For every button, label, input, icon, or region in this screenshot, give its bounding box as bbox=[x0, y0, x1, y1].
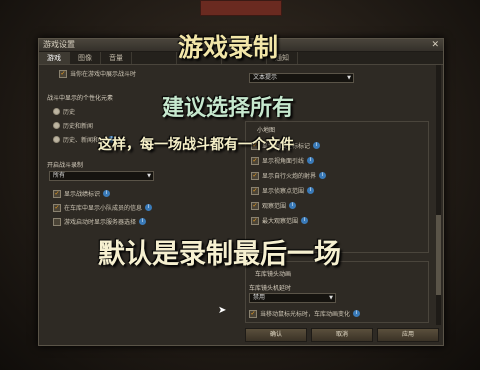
check-artillery-range[interactable]: ✓ 显示自行火炮的射界 i bbox=[251, 171, 327, 180]
info-icon[interactable]: i bbox=[319, 172, 327, 179]
check-server-select[interactable]: 游戏启动时显示服务器选择 i bbox=[53, 217, 147, 226]
checkbox[interactable] bbox=[53, 217, 61, 226]
check-label: 显示战绩标识 bbox=[64, 191, 101, 198]
overlay-subtitle: 这样，每一场战斗都有一个文件 bbox=[98, 137, 294, 153]
check-label: 游戏启动时显示服务器选择 bbox=[64, 219, 137, 226]
garage-select-value: 禁用 bbox=[253, 294, 266, 301]
minimap-header: 小地图 bbox=[257, 127, 276, 134]
check-label: 观察范围 bbox=[262, 203, 287, 210]
garage-delay-select[interactable]: 禁用 ▼ bbox=[249, 293, 336, 303]
garage-delay-label: 车库镜头机延时 bbox=[249, 285, 292, 292]
info-icon[interactable]: i bbox=[353, 310, 361, 317]
check-scout-range[interactable]: ✓ 显示侦察点范围 i bbox=[251, 186, 315, 195]
check-label: 在车库中显示小队成员的信息 bbox=[64, 205, 143, 212]
radio-history-news[interactable]: 历史和新闻 bbox=[53, 121, 93, 130]
checkbox[interactable]: ✓ bbox=[251, 201, 259, 210]
check-label: 当移动鼠标光标时，车库动画变化 bbox=[260, 311, 351, 318]
chevron-down-icon: ▼ bbox=[147, 173, 151, 179]
mouse-cursor-icon: ➤ bbox=[218, 305, 227, 316]
dialog-title: 游戏设置 bbox=[43, 40, 75, 49]
overlay-default: 默认是录制最后一场 bbox=[98, 239, 341, 270]
check-view-lines[interactable]: ✓ 显示视角面引线 i bbox=[251, 156, 315, 165]
check-squad-info[interactable]: ✓ 在车库中显示小队成员的信息 i bbox=[53, 203, 153, 212]
top-option-row[interactable]: ✓ 当你在游戏中展示战斗时 bbox=[59, 69, 136, 78]
info-icon[interactable]: i bbox=[139, 218, 147, 225]
check-max-view-range[interactable]: ✓ 最大观察范围 i bbox=[251, 216, 309, 225]
top-game-bar bbox=[200, 0, 282, 16]
settings-dialog: 游戏设置 ✕ 游戏 图像 音量 通知 ✓ 当你在游戏中展示战斗时 战斗中显示的个… bbox=[38, 38, 444, 346]
info-icon[interactable]: i bbox=[307, 187, 315, 194]
tab-graphics[interactable]: 图像 bbox=[70, 52, 101, 64]
close-icon[interactable]: ✕ bbox=[431, 39, 439, 51]
tab-4[interactable] bbox=[132, 52, 177, 64]
cancel-button[interactable]: 取消 bbox=[311, 328, 373, 342]
check-label: 显示自行火炮的射界 bbox=[262, 173, 317, 180]
check-label: 显示侦察点范围 bbox=[262, 188, 305, 195]
chevron-down-icon: ▼ bbox=[347, 75, 351, 81]
chevron-down-icon: ▼ bbox=[329, 295, 333, 301]
checkbox[interactable]: ✓ bbox=[53, 203, 61, 212]
check-garage-mouse[interactable]: ✓ 当移动鼠标光标时，车库动画变化 i bbox=[249, 309, 361, 318]
radio-history[interactable]: 历史 bbox=[53, 107, 75, 116]
checkbox[interactable]: ✓ bbox=[251, 186, 259, 195]
record-select-value: 所有 bbox=[53, 172, 66, 179]
radio-button[interactable] bbox=[53, 108, 60, 115]
radio-label: 历史和新闻 bbox=[63, 123, 94, 130]
section-battle-elements: 战斗中显示的个性化元素 bbox=[47, 95, 114, 102]
record-select[interactable]: 所有 ▼ bbox=[49, 171, 154, 181]
info-icon[interactable]: i bbox=[145, 204, 153, 211]
top-option-label: 当你在游戏中展示战斗时 bbox=[70, 71, 137, 78]
hint-select[interactable]: 文本提示 ▼ bbox=[249, 73, 354, 83]
info-icon[interactable]: i bbox=[307, 157, 315, 164]
ok-button[interactable]: 确认 bbox=[245, 328, 307, 342]
radio-label: 历史 bbox=[63, 109, 76, 116]
radio-button[interactable] bbox=[53, 122, 60, 129]
section-battle-recording: 开启战斗录制 bbox=[47, 162, 84, 169]
info-icon[interactable]: i bbox=[103, 190, 111, 197]
checkbox[interactable]: ✓ bbox=[251, 216, 259, 225]
info-icon[interactable]: i bbox=[289, 202, 297, 209]
scrollbar[interactable] bbox=[436, 65, 441, 325]
check-view-range[interactable]: ✓ 观察范围 i bbox=[251, 201, 297, 210]
checkbox[interactable]: ✓ bbox=[251, 171, 259, 180]
checkbox[interactable]: ✓ bbox=[59, 69, 67, 78]
overlay-title: 游戏录制 bbox=[178, 33, 279, 62]
check-battle-marker[interactable]: ✓ 显示战绩标识 i bbox=[53, 189, 111, 198]
tab-game[interactable]: 游戏 bbox=[39, 52, 70, 64]
hint-select-value: 文本提示 bbox=[253, 74, 278, 81]
dialog-buttons: 确认 取消 应用 bbox=[245, 328, 439, 342]
radio-button[interactable] bbox=[53, 136, 60, 143]
check-label: 显示视角面引线 bbox=[262, 158, 305, 165]
checkbox[interactable]: ✓ bbox=[249, 309, 257, 318]
info-icon[interactable]: i bbox=[301, 217, 309, 224]
scrollbar-thumb[interactable] bbox=[436, 215, 441, 295]
tab-sound[interactable]: 音量 bbox=[101, 52, 132, 64]
overlay-suggest: 建议选择所有 bbox=[162, 96, 295, 121]
info-icon[interactable]: i bbox=[313, 142, 321, 149]
checkbox[interactable]: ✓ bbox=[53, 189, 61, 198]
apply-button[interactable]: 应用 bbox=[377, 328, 439, 342]
checkbox[interactable]: ✓ bbox=[251, 156, 259, 165]
check-label: 最大观察范围 bbox=[262, 218, 299, 225]
